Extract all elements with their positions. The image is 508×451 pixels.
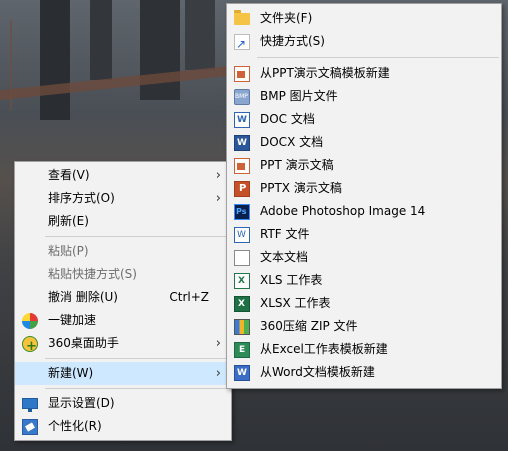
menu-item-label: 粘贴(P) [48,244,89,258]
shortcut-text: Ctrl+Z [169,290,209,304]
menu-separator [45,236,229,237]
submenu-item-pptx[interactable]: PPTX 演示文稿 [227,177,501,200]
bmp-icon [234,89,250,105]
menu-item-label: 查看(V) [48,168,90,182]
submenu-item-zip[interactable]: 360压缩 ZIP 文件 [227,315,501,338]
folder-icon [234,10,250,25]
submenu-item-xlsx[interactable]: XLSX 工作表 [227,292,501,315]
menu-item-speedup[interactable]: 一键加速 [15,309,231,332]
menu-item-label: PPT 演示文稿 [260,158,334,172]
menu-item-paste-shortcut: 粘贴快捷方式(S) [15,263,231,286]
menu-item-label: 文件夹(F) [260,11,313,25]
menu-item-label: 从Word文档模板新建 [260,365,375,379]
menu-item-view[interactable]: 查看(V) › [15,164,231,187]
menu-item-label: 一键加速 [48,313,97,327]
display-settings-icon [22,398,38,412]
wallpaper-building [140,0,180,100]
menu-item-refresh[interactable]: 刷新(E) [15,210,231,233]
menu-item-label: DOCX 文档 [260,135,324,149]
menu-item-label: 显示设置(D) [48,396,115,410]
wallpaper-building [40,0,70,120]
ppt-icon [234,158,250,174]
360-desktop-icon [22,335,38,358]
menu-item-label: 360桌面助手 [48,336,119,350]
menu-item-label: RTF 文件 [260,227,310,241]
submenu-item-bmp[interactable]: BMP 图片文件 [227,85,501,108]
submenu-item-rtf[interactable]: RTF 文件 [227,223,501,246]
menu-item-label: 新建(W) [48,366,94,380]
menu-item-label: Adobe Photoshop Image 14 [260,204,426,218]
submenu-item-text-document[interactable]: 文本文档 [227,246,501,269]
submenu-item-xls[interactable]: XLS 工作表 [227,269,501,292]
menu-item-label: 文本文档 [260,250,309,264]
menu-item-label: 从PPT演示文稿模板新建 [260,66,390,80]
menu-item-personalize[interactable]: 个性化(R) [15,415,231,438]
wallpaper-bridge [0,65,230,101]
submenu-item-word-template[interactable]: 从Word文档模板新建 [227,361,501,384]
chevron-right-icon: › [215,168,221,183]
text-document-icon [234,250,250,266]
menu-item-display-settings[interactable]: 显示设置(D) [15,392,231,415]
ppt-template-icon [234,66,250,82]
docx-icon [234,135,250,151]
menu-item-new[interactable]: 新建(W) › [15,362,231,385]
menu-item-label: 粘贴快捷方式(S) [48,267,137,281]
pptx-icon [234,181,250,197]
submenu-item-doc[interactable]: DOC 文档 [227,108,501,131]
menu-item-360-desktop-assistant[interactable]: 360桌面助手 › [15,332,231,358]
personalize-icon [22,419,38,435]
menu-item-label: DOC 文档 [260,112,315,126]
menu-separator [45,358,229,359]
shortcut-icon [234,33,250,56]
menu-separator [257,57,499,58]
submenu-item-folder[interactable]: 文件夹(F) [227,7,501,30]
doc-icon [234,112,250,128]
submenu-item-shortcut[interactable]: 快捷方式(S) [227,30,501,56]
wallpaper-building [90,0,112,80]
chevron-right-icon: › [215,336,221,351]
zip-icon [234,319,250,335]
menu-item-label: XLS 工作表 [260,273,323,287]
excel-template-icon [234,342,250,358]
chevron-right-icon: › [215,366,221,381]
menu-item-label: 个性化(R) [48,419,102,433]
menu-item-label: BMP 图片文件 [260,89,338,103]
menu-item-paste: 粘贴(P) [15,240,231,263]
menu-item-label: PPTX 演示文稿 [260,181,342,195]
word-template-icon [234,365,250,381]
submenu-item-ppt-template[interactable]: 从PPT演示文稿模板新建 [227,62,501,85]
rtf-icon [234,227,250,243]
menu-item-label: 刷新(E) [48,214,89,228]
menu-item-label: 撤消 删除(U) [48,290,118,304]
chevron-right-icon: › [215,191,221,206]
menu-item-label: XLSX 工作表 [260,296,331,310]
submenu-item-docx[interactable]: DOCX 文档 [227,131,501,154]
menu-item-label: 排序方式(O) [48,191,115,205]
wallpaper-building [185,0,215,70]
submenu-item-excel-template[interactable]: 从Excel工作表模板新建 [227,338,501,361]
menu-item-label: 从Excel工作表模板新建 [260,342,388,356]
menu-item-sort-by[interactable]: 排序方式(O) › [15,187,231,210]
menu-item-label: 360压缩 ZIP 文件 [260,319,358,333]
submenu-item-photoshop[interactable]: Adobe Photoshop Image 14 [227,200,501,223]
menu-item-undo-delete[interactable]: 撤消 删除(U) Ctrl+Z [15,286,231,309]
xls-icon [234,273,250,289]
menu-separator [45,388,229,389]
photoshop-icon [234,204,250,220]
menu-item-label: 快捷方式(S) [260,34,325,48]
desktop-context-menu: 查看(V) › 排序方式(O) › 刷新(E) 粘贴(P) 粘贴快捷方式(S) … [14,161,232,441]
speedup-icon [22,313,38,329]
submenu-item-ppt[interactable]: PPT 演示文稿 [227,154,501,177]
xlsx-icon [234,296,250,312]
new-submenu: 文件夹(F) 快捷方式(S) 从PPT演示文稿模板新建 BMP 图片文件 DOC… [226,3,502,389]
